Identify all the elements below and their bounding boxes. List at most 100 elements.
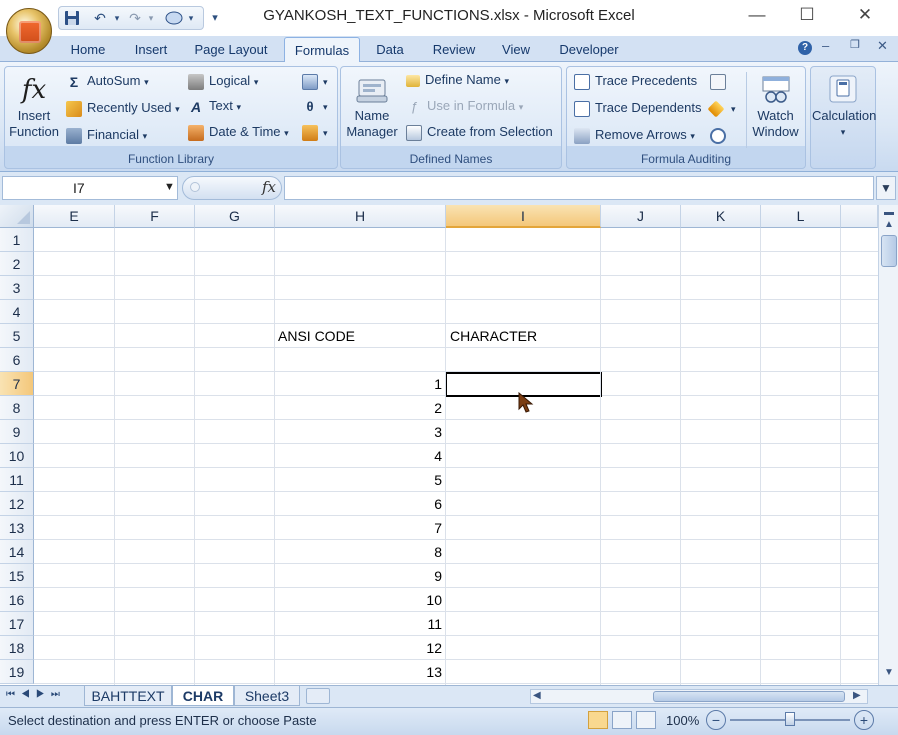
column-header-g[interactable]: G — [195, 205, 275, 228]
row-header[interactable]: 13 — [0, 516, 34, 540]
minimize-button[interactable]: — — [734, 0, 780, 30]
cell-h-value[interactable]: 5 — [278, 468, 442, 492]
maximize-button[interactable]: ☐ — [784, 0, 830, 30]
recently-used-button[interactable]: Recently Used ▾ — [66, 97, 180, 119]
redo-icon[interactable]: ↷ — [124, 8, 146, 28]
help-icon[interactable]: ? — [798, 41, 812, 55]
tab-page-layout[interactable]: Page Layout — [186, 37, 276, 62]
evaluate-formula-button[interactable] — [710, 124, 731, 146]
vertical-scroll-thumb[interactable] — [881, 235, 897, 267]
sheet-tab-char[interactable]: CHAR — [172, 686, 234, 706]
cell-h-value[interactable]: 3 — [278, 420, 442, 444]
cell-h-value[interactable]: 1 — [278, 372, 442, 396]
show-formulas-button[interactable] — [710, 70, 731, 92]
row-header[interactable]: 19 — [0, 660, 34, 684]
financial-button[interactable]: Financial ▾ — [66, 124, 147, 146]
insert-sheet-icon[interactable] — [306, 688, 330, 704]
save-icon[interactable] — [62, 8, 82, 28]
page-break-preview-icon[interactable] — [636, 711, 656, 729]
cell-h-value[interactable]: 10 — [278, 588, 442, 612]
column-header-i[interactable]: I — [446, 205, 601, 228]
ribbon-close-icon[interactable]: ✕ — [877, 38, 891, 54]
cell-h-value[interactable]: 8 — [278, 540, 442, 564]
column-header-e[interactable]: E — [34, 205, 115, 228]
column-header-l[interactable]: L — [761, 205, 841, 228]
redo-dropdown-icon[interactable]: ▾ — [146, 8, 156, 28]
shape-dropdown-icon[interactable]: ▾ — [186, 8, 196, 28]
undo-icon[interactable]: ↶ — [88, 8, 112, 28]
row-header[interactable]: 11 — [0, 468, 34, 492]
watch-window-button[interactable]: Watch Window — [746, 72, 804, 148]
vertical-scrollbar[interactable]: ▬ ▲ ▼ — [878, 205, 898, 685]
define-name-button[interactable]: Define Name ▾ — [406, 69, 509, 91]
row-header[interactable]: 1 — [0, 228, 34, 252]
cell-i5[interactable]: CHARACTER — [450, 324, 537, 348]
tab-insert[interactable]: Insert — [124, 37, 178, 62]
zoom-in-icon[interactable]: + — [854, 710, 874, 730]
tab-developer[interactable]: Developer — [550, 37, 628, 62]
autosum-button[interactable]: Σ AutoSum ▾ — [66, 70, 149, 92]
office-button[interactable] — [6, 8, 52, 54]
use-in-formula-button[interactable]: ƒ Use in Formula ▾ — [406, 95, 523, 117]
remove-arrows-button[interactable]: Remove Arrows ▾ — [574, 124, 695, 146]
worksheet-grid[interactable]: E F G H I J K L 1 2 3 4 5 6 7 8 9 10 11 12 13 14 15 16 1… — [0, 205, 878, 685]
row-header[interactable]: 5 — [0, 324, 34, 348]
row-header[interactable]: 8 — [0, 396, 34, 420]
date-time-button[interactable]: Date & Time ▾ — [188, 121, 289, 143]
scroll-up-icon[interactable]: ▲ — [881, 219, 897, 233]
text-button[interactable]: A Text ▾ — [188, 95, 241, 117]
horizontal-scrollbar[interactable]: ◀ ▶ — [530, 689, 868, 704]
sheet-nav-icons[interactable]: ⏮◀▶⏭ — [6, 689, 66, 700]
create-from-selection-button[interactable]: Create from Selection — [406, 121, 553, 143]
row-header[interactable]: 15 — [0, 564, 34, 588]
insert-function-fx-icon[interactable]: fx — [262, 178, 276, 196]
name-box-dropdown-icon[interactable]: ▼ — [164, 181, 175, 193]
horizontal-scroll-thumb[interactable] — [653, 691, 845, 702]
zoom-level[interactable]: 100% — [666, 713, 699, 728]
split-box-icon[interactable]: ▬ — [881, 207, 897, 218]
row-header[interactable]: 9 — [0, 420, 34, 444]
tab-view[interactable]: View — [494, 37, 538, 62]
cell-h-value[interactable]: 6 — [278, 492, 442, 516]
sheet-tab-bahttext[interactable]: BAHTTEXT — [84, 686, 172, 706]
tab-data[interactable]: Data — [366, 37, 414, 62]
zoom-out-icon[interactable]: − — [706, 710, 726, 730]
cell-h-value[interactable]: 2 — [278, 396, 442, 420]
row-header[interactable]: 16 — [0, 588, 34, 612]
trace-precedents-button[interactable]: Trace Precedents — [574, 70, 697, 92]
row-header[interactable]: 14 — [0, 540, 34, 564]
zoom-slider-thumb[interactable] — [785, 712, 795, 726]
lookup-reference-button[interactable]: ▾ — [302, 70, 328, 92]
cell-h5[interactable]: ANSI CODE — [278, 324, 355, 348]
expand-formula-bar-icon[interactable]: ▼ — [876, 176, 896, 200]
formula-input[interactable] — [284, 176, 874, 200]
name-manager-button[interactable]: Name Manager — [342, 72, 402, 148]
insert-function-button[interactable]: fx Insert Function — [8, 72, 60, 148]
row-header[interactable]: 4 — [0, 300, 34, 324]
cell-h-value[interactable]: 9 — [278, 564, 442, 588]
shape-icon[interactable] — [162, 8, 186, 28]
select-all-corner[interactable] — [0, 205, 34, 228]
tab-home[interactable]: Home — [62, 37, 114, 62]
column-header-h[interactable]: H — [275, 205, 446, 228]
calculation-button[interactable]: Calculation ▾ — [812, 72, 876, 148]
row-header[interactable]: 3 — [0, 276, 34, 300]
row-header[interactable]: 17 — [0, 612, 34, 636]
logical-button[interactable]: Logical ▾ — [188, 70, 258, 92]
cell-h-value[interactable]: 13 — [278, 660, 442, 684]
normal-view-icon[interactable] — [588, 711, 608, 729]
row-header[interactable]: 7 — [0, 372, 34, 396]
row-header[interactable]: 12 — [0, 492, 34, 516]
trace-dependents-button[interactable]: Trace Dependents — [574, 97, 701, 119]
cell-h-value[interactable]: 4 — [278, 444, 442, 468]
row-header[interactable]: 10 — [0, 444, 34, 468]
cell-h-value[interactable]: 7 — [278, 516, 442, 540]
cell-h-value[interactable]: 12 — [278, 636, 442, 660]
scroll-right-icon[interactable]: ▶ — [853, 690, 861, 701]
row-header[interactable]: 6 — [0, 348, 34, 372]
ribbon-restore-icon[interactable]: ❐ — [850, 38, 864, 51]
undo-dropdown-icon[interactable]: ▾ — [112, 8, 122, 28]
ribbon-minimize-icon[interactable]: – — [822, 38, 836, 53]
name-box[interactable]: I7 — [2, 176, 178, 200]
column-header-f[interactable]: F — [115, 205, 195, 228]
